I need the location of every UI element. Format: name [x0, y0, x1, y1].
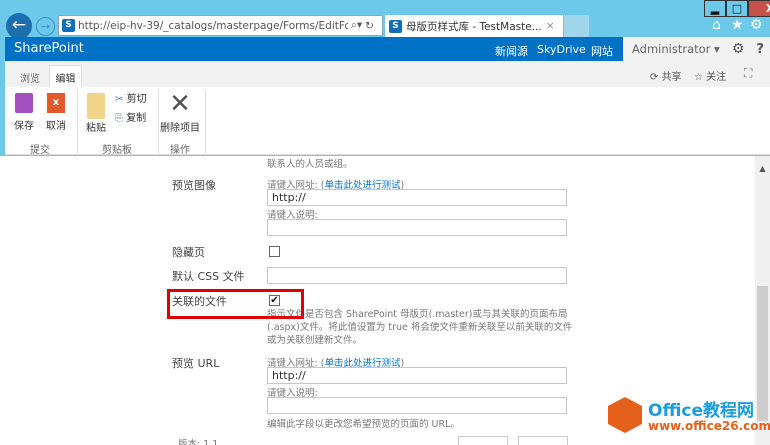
new-tab-button[interactable] [564, 15, 589, 37]
paste-button[interactable]: 粘贴 [83, 93, 109, 134]
cancel-form-button[interactable] [518, 436, 568, 445]
preview-url-hint: 编辑此字段以更改您希望预览的页面的 URL。 [267, 419, 460, 430]
divider [158, 89, 159, 153]
divider [205, 89, 206, 153]
user-menu[interactable]: Administrator ▾ [632, 42, 720, 56]
group-commit: 提交 [30, 145, 50, 156]
url-text: http://eip-hv-39/_catalogs/masterpage/Fo… [78, 19, 348, 32]
associated-file-description: 指示文件是否包含 SharePoint 母版页(.master)或与其关联的页面… [267, 309, 573, 346]
watermark-logo: Office教程网 www.office26.com [608, 395, 770, 437]
cut-button[interactable]: ✂ 剪切 [115, 90, 147, 105]
paste-icon [87, 93, 105, 119]
settings-gear-icon[interactable]: ⚙ [732, 41, 745, 57]
favorites-star-icon[interactable]: ★ [731, 17, 744, 33]
focus-content-icon[interactable]: ⛶ [744, 66, 752, 81]
divider [77, 89, 78, 153]
copy-button[interactable]: ⎘ 复制 [115, 109, 146, 124]
browser-tab[interactable]: S 母版页样式库 - TestMaste... × [385, 15, 563, 37]
cancel-icon: x [47, 93, 65, 113]
sharepoint-favicon: S [389, 19, 402, 33]
preview-image-url-input[interactable]: http:// [267, 189, 567, 206]
version-text: 版本: 1.1 [178, 439, 219, 445]
preview-url-input[interactable]: http:// [267, 367, 567, 384]
minimize-button[interactable]: ▂ [704, 0, 726, 17]
save-icon [15, 93, 33, 113]
cancel-button[interactable]: x 取消 [43, 93, 69, 132]
default-css-label: 默认 CSS 文件 [172, 270, 245, 283]
tab-edit[interactable]: 编辑 [49, 65, 82, 87]
window-controls: ▂ □ X [704, 0, 770, 17]
share-button[interactable]: ⟳ 共享 [650, 68, 682, 83]
preview-url-desc-input[interactable] [267, 397, 567, 414]
ribbon: 保存 x 取消 提交 粘贴 ✂ 剪切 ⎘ 复制 剪贴板 ✕ 删除项目 操作 [5, 87, 770, 156]
link-skydrive[interactable]: SkyDrive [537, 43, 586, 56]
close-button[interactable]: X [748, 0, 770, 17]
default-css-input[interactable] [267, 267, 567, 284]
help-icon[interactable]: ? [756, 42, 764, 57]
back-button[interactable]: ← [6, 13, 32, 39]
preview-image-desc-input[interactable] [267, 219, 567, 236]
tab-browse[interactable]: 浏览 [20, 70, 40, 85]
home-icon[interactable]: ⌂ [712, 17, 721, 33]
scroll-thumb[interactable] [757, 286, 768, 421]
preview-image-label: 预览图像 [172, 179, 216, 192]
hidden-page-checkbox[interactable] [269, 246, 280, 257]
suite-bar: SharePoint 新闻源 SkyDrive 网站 [5, 37, 623, 61]
follow-button[interactable]: ☆ 关注 [694, 68, 726, 83]
link-newsfeed[interactable]: 新闻源 [495, 43, 528, 59]
user-area: Administrator ▾ ⚙ ? [623, 37, 770, 61]
refresh-icon[interactable]: ↻ [365, 20, 374, 32]
search-icon[interactable]: ⌕▾ [351, 19, 362, 32]
ribbon-tabs: 浏览 编辑 ⟳ 共享 ☆ 关注 ⛶ [5, 61, 770, 87]
sharepoint-favicon: S [62, 19, 75, 32]
hidden-page-label: 隐藏页 [172, 246, 205, 259]
watermark-title: Office教程网 [648, 401, 755, 421]
copy-icon: ⎘ [115, 113, 123, 124]
save-form-button[interactable] [458, 436, 508, 445]
group-clipboard: 剪贴板 [102, 145, 132, 156]
maximize-button[interactable]: □ [726, 0, 748, 17]
preview-url-label: 预览 URL [172, 357, 220, 370]
scroll-up-icon[interactable]: ▲ [755, 164, 770, 173]
forward-button[interactable]: → [36, 17, 55, 36]
vertical-scrollbar[interactable]: ▲ [755, 156, 770, 445]
group-actions: 操作 [170, 145, 190, 156]
tab-close-icon[interactable]: × [546, 20, 555, 32]
delete-item-button[interactable]: ✕ 删除项目 [160, 91, 200, 134]
sharepoint-brand[interactable]: SharePoint [14, 41, 84, 56]
office-logo-icon [608, 397, 642, 433]
top-help-text: 联系人的人员或组。 [267, 159, 353, 170]
highlight-box [167, 289, 304, 319]
delete-x-icon: ✕ [169, 89, 191, 119]
tools-gear-icon[interactable]: ⚙ [750, 17, 763, 33]
watermark-url: www.office26.com [648, 419, 770, 433]
link-sites[interactable]: 网站 [591, 43, 613, 59]
save-button[interactable]: 保存 [11, 93, 37, 132]
tab-title: 母版页样式库 - TestMaste... [406, 20, 542, 33]
scissors-icon: ✂ [115, 94, 124, 105]
address-bar[interactable]: S http://eip-hv-39/_catalogs/masterpage/… [58, 15, 383, 36]
